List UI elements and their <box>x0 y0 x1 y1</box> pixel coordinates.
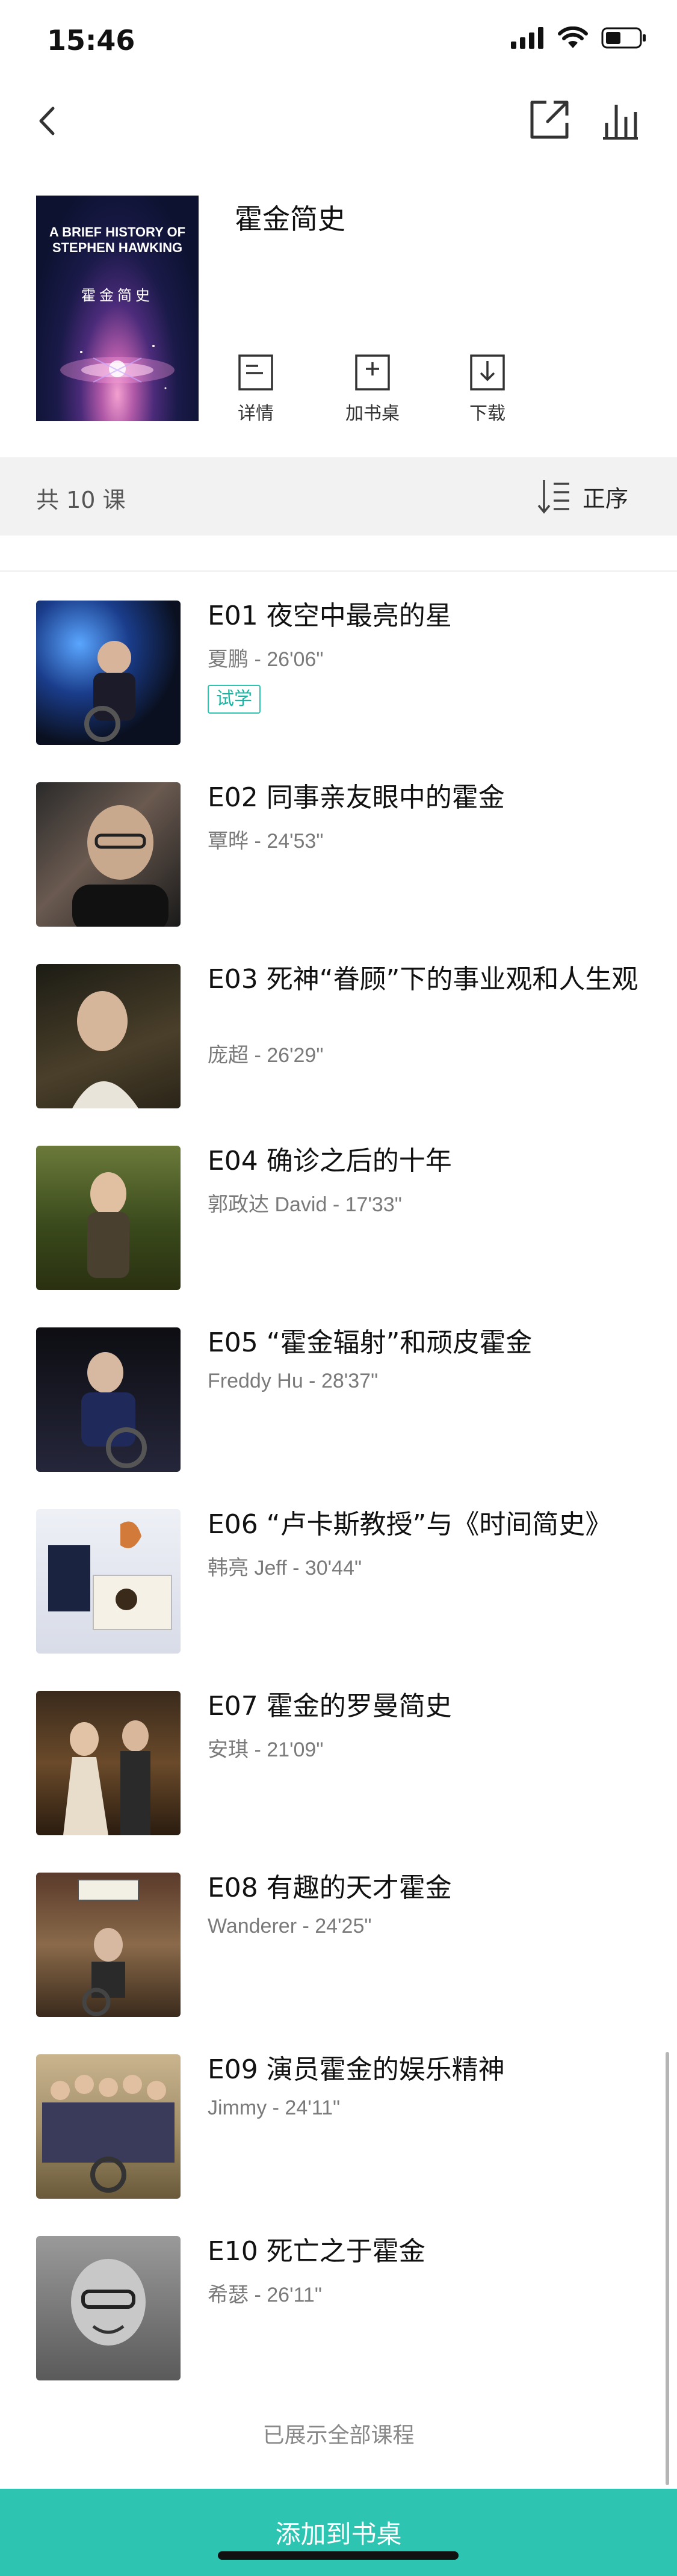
couple-silhouette <box>63 1720 150 1835</box>
episode-thumbnail <box>36 1509 181 1654</box>
back-button[interactable] <box>30 100 66 142</box>
episode-item[interactable]: E03 死神“眷顾”下的事业观和人生观 庞超 - 26'29" <box>0 964 677 1144</box>
episode-thumbnail <box>36 964 181 1108</box>
wheelchair-silhouette <box>81 1352 147 1468</box>
add-to-desk-icon <box>355 354 390 391</box>
book-title: 霍金简史 <box>235 203 345 235</box>
lesson-count-bar: 共 10 课 正序 <box>0 457 677 536</box>
episode-item[interactable]: E10 死亡之于霍金 希瑟 - 26'11" <box>0 2236 677 2417</box>
book-cover-image: A BRIEF HISTORY OF STEPHEN HAWKING 霍金简史 <box>36 196 199 421</box>
share-icon <box>530 100 569 139</box>
episode-title: E03 死神“眷顾”下的事业观和人生观 <box>208 964 638 995</box>
episode-title: E10 死亡之于霍金 <box>208 2236 425 2267</box>
cover-title-en: A BRIEF HISTORY OF STEPHEN HAWKING <box>36 224 199 256</box>
group-photo <box>42 2075 175 2193</box>
status-bar: 15:46 <box>0 0 677 78</box>
episode-thumbnail <box>36 2236 181 2380</box>
status-icons <box>511 26 647 49</box>
details-icon <box>238 354 273 391</box>
episode-thumbnail <box>36 1873 181 2017</box>
book-header: A BRIEF HISTORY OF STEPHEN HAWKING 霍金简史 … <box>0 162 677 457</box>
episode-item[interactable]: E06 “卢卡斯教授”与《时间简史》 韩亮 Jeff - 30'44" <box>0 1509 677 1690</box>
portrait-silhouette <box>87 1172 129 1278</box>
episode-meta: Freddy Hu - 28'37" <box>208 1370 379 1392</box>
cover-title-line1: A BRIEF HISTORY OF <box>49 224 186 239</box>
episode-thumbnail <box>36 601 181 745</box>
episode-item[interactable]: E08 有趣的天才霍金 Wanderer - 24'25" <box>0 1873 677 2053</box>
stats-button[interactable] <box>599 99 641 141</box>
portrait-silhouette <box>72 805 168 927</box>
episode-meta: Jimmy - 24'11" <box>208 2096 341 2119</box>
episode-item[interactable]: E09 演员霍金的娱乐精神 Jimmy - 24'11" <box>0 2054 677 2235</box>
episode-item[interactable]: E02 同事亲友眼中的霍金 覃晔 - 24'53" <box>0 782 677 963</box>
episode-meta: Wanderer - 24'25" <box>208 1915 372 1938</box>
sort-label: 正序 <box>583 485 629 512</box>
sort-icon <box>537 480 569 514</box>
episode-title: E08 有趣的天才霍金 <box>208 1873 452 1903</box>
episode-title: E02 同事亲友眼中的霍金 <box>208 782 505 813</box>
episode-meta: 覃晔 - 24'53" <box>208 830 324 853</box>
add-to-desk-label: 加书桌 <box>345 403 400 424</box>
add-to-desk-cta-button[interactable]: 添加到书桌 <box>0 2489 677 2576</box>
episode-item[interactable]: E05 “霍金辐射”和顽皮霍金 Freddy Hu - 28'37" <box>0 1327 677 1508</box>
trial-badge: 试学 <box>208 685 261 714</box>
add-to-desk-button[interactable]: 加书桌 <box>336 354 409 425</box>
episode-meta: 郭政达 David - 17'33" <box>208 1193 402 1216</box>
signal-icon <box>511 27 543 49</box>
download-label: 下载 <box>469 403 505 424</box>
battery-icon <box>601 27 646 49</box>
episode-title: E01 夜空中最亮的星 <box>208 601 452 631</box>
details-label: 详情 <box>238 403 274 424</box>
episode-meta: 安琪 - 21'09" <box>208 1738 324 1761</box>
download-icon <box>470 354 505 391</box>
episode-meta: 希瑟 - 26'11" <box>208 2284 322 2306</box>
welcome-sign-scene <box>78 1879 139 2016</box>
portrait-silhouette <box>71 2259 146 2346</box>
portrait-silhouette <box>72 991 138 1108</box>
sort-order-button[interactable]: 正序 <box>536 478 628 515</box>
episode-item[interactable]: E01 夜空中最亮的星 夏鹏 - 26'06" 试学 <box>0 601 677 781</box>
details-button[interactable]: 详情 <box>220 354 292 425</box>
episode-thumbnail <box>36 1327 181 1472</box>
episode-meta: 夏鹏 - 26'06" <box>208 648 324 671</box>
nav-bar <box>0 78 677 162</box>
home-indicator <box>218 2551 459 2560</box>
bar-chart-icon <box>603 105 638 140</box>
wifi-icon <box>558 26 588 48</box>
episode-title: E07 霍金的罗曼简史 <box>208 1691 452 1722</box>
episode-title: E04 确诊之后的十年 <box>208 1146 452 1176</box>
share-button[interactable] <box>528 99 570 141</box>
episode-item[interactable]: E04 确诊之后的十年 郭政达 David - 17'33" <box>0 1146 677 1326</box>
status-time: 15:46 <box>47 24 135 57</box>
episode-thumbnail <box>36 1691 181 1835</box>
episode-title: E05 “霍金辐射”和顽皮霍金 <box>208 1327 533 1358</box>
cover-galaxy-art <box>60 345 175 389</box>
book-still-life <box>48 1521 172 1630</box>
episode-meta: 韩亮 Jeff - 30'44" <box>208 1557 362 1580</box>
cover-title-line2: STEPHEN HAWKING <box>52 240 183 255</box>
add-to-desk-cta-label: 添加到书桌 <box>275 2519 402 2549</box>
wheelchair-silhouette <box>84 641 135 742</box>
lesson-count: 共 10 课 <box>36 487 126 513</box>
episode-title: E09 演员霍金的娱乐精神 <box>208 2054 505 2085</box>
episode-title: E06 “卢卡斯教授”与《时间简史》 <box>208 1509 612 1540</box>
scrollbar[interactable] <box>666 2052 669 2485</box>
episode-meta: 庞超 - 26'29" <box>208 1044 324 1067</box>
divider <box>0 570 677 572</box>
chevron-left-icon <box>39 107 55 135</box>
all-shown-note: 已展示全部课程 <box>262 2423 415 2448</box>
download-button[interactable]: 下载 <box>451 354 524 425</box>
episode-thumbnail <box>36 782 181 927</box>
cover-title-cn: 霍金简史 <box>81 287 153 304</box>
episode-thumbnail <box>36 1146 181 1290</box>
episode-thumbnail <box>36 2054 181 2199</box>
episode-item[interactable]: E07 霍金的罗曼简史 安琪 - 21'09" <box>0 1691 677 1871</box>
